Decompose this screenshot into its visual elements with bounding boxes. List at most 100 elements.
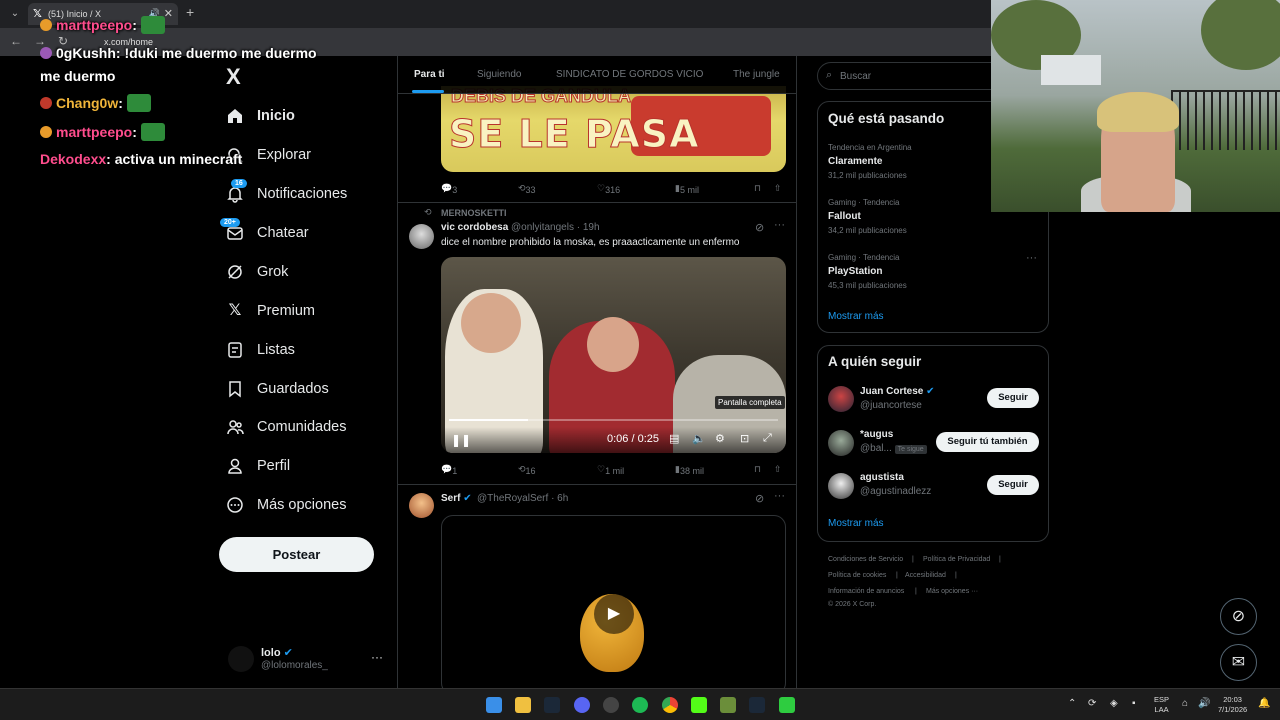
like-button[interactable]: ♡ 1 mil xyxy=(597,464,624,476)
tab-para-ti[interactable]: Para ti xyxy=(414,69,445,80)
app-icon[interactable] xyxy=(779,697,795,713)
nav-item-inicio[interactable]: Inicio xyxy=(226,103,295,129)
back-icon[interactable]: ← xyxy=(10,34,22,48)
grok-icon[interactable]: ⊘ xyxy=(755,221,764,234)
volume-icon[interactable]: 🔈 xyxy=(692,432,706,445)
grok-floating-button[interactable]: ⊘ xyxy=(1220,598,1257,635)
post-image[interactable]: DEBIS DE GANDULA SE LE PASA xyxy=(441,86,786,172)
follow-button[interactable]: Seguir xyxy=(987,475,1039,495)
captions-icon[interactable]: ▤ xyxy=(669,432,679,445)
nav-item-comunidades[interactable]: Comunidades xyxy=(226,414,346,440)
account-avatar[interactable] xyxy=(228,646,254,672)
video-player[interactable]: Pantalla completa ❚❚ 0:06 / 0:25 ▤ 🔈 ⚙ ⊡… xyxy=(441,257,786,453)
account-more-icon[interactable]: ··· xyxy=(371,650,383,664)
more-icon[interactable]: ··· xyxy=(774,490,785,502)
tray-sync-icon[interactable]: ⟳ xyxy=(1088,698,1096,709)
tray-shield-icon[interactable]: ◈ xyxy=(1110,698,1118,709)
volume-icon[interactable]: 🔊 xyxy=(1198,698,1210,709)
footer-link[interactable]: Accesibilidad xyxy=(905,572,946,579)
settings-icon[interactable]: ⚙ xyxy=(715,432,725,445)
reply-button[interactable]: 💬 1 xyxy=(441,464,457,476)
footer-more-link[interactable]: Más opciones ··· xyxy=(926,588,978,595)
discord-icon[interactable] xyxy=(574,697,590,713)
share-icon[interactable]: ⇧ xyxy=(774,183,782,194)
more-icon[interactable]: ··· xyxy=(774,219,785,231)
notification-bell-icon[interactable]: 🔔 xyxy=(1258,698,1270,709)
tab-search-dropdown[interactable]: ⌄ xyxy=(6,5,24,23)
minecraft-icon[interactable] xyxy=(720,697,736,713)
nav-item-mas-opciones[interactable]: Más opciones xyxy=(226,492,346,518)
repost-button[interactable]: ⟲ 33 xyxy=(518,183,536,195)
author-name[interactable]: vic cordobesa xyxy=(441,222,508,233)
views-button[interactable]: ▮ 38 mil xyxy=(675,464,704,476)
tray-chevron-icon[interactable]: ⌃ xyxy=(1068,698,1076,709)
follow-back-button[interactable]: Seguir tú también xyxy=(936,432,1039,452)
trend-name[interactable]: Fallout xyxy=(828,211,861,222)
trends-show-more[interactable]: Mostrar más xyxy=(828,311,884,322)
language-indicator[interactable]: ESP LAA xyxy=(1154,695,1169,715)
tab-the-jungle[interactable]: The jungle xyxy=(733,69,780,80)
nav-item-perfil[interactable]: Perfil xyxy=(226,453,290,479)
fullscreen-icon[interactable]: ⤢ xyxy=(763,432,772,445)
network-icon[interactable]: ⌂ xyxy=(1182,698,1188,709)
video-progress[interactable] xyxy=(449,419,778,421)
author-handle[interactable]: @TheRoyalSerf · 6h xyxy=(477,493,568,504)
new-tab-button[interactable]: + xyxy=(186,4,194,20)
repost-button[interactable]: ⟲ 16 xyxy=(518,464,536,476)
post-button[interactable]: Postear xyxy=(219,537,374,572)
tab-sindicato[interactable]: SINDICATO DE GORDOS VICIO xyxy=(556,69,703,80)
share-icon[interactable]: ⇧ xyxy=(774,464,782,475)
start-icon[interactable] xyxy=(486,697,502,713)
author-avatar[interactable] xyxy=(409,224,434,249)
account-name[interactable]: lolo ✔ xyxy=(261,646,293,659)
author-avatar[interactable] xyxy=(409,493,434,518)
nav-item-guardados[interactable]: Guardados xyxy=(226,376,329,402)
tray-app-icon[interactable]: ▪ xyxy=(1132,698,1136,709)
tab-siguiendo[interactable]: Siguiendo xyxy=(477,69,521,80)
follow-show-more[interactable]: Mostrar más xyxy=(828,518,884,529)
nav-item-listas[interactable]: Listas xyxy=(226,337,295,363)
like-button[interactable]: ♡ 316 xyxy=(597,183,620,195)
minimize-icon[interactable]: ⊡ xyxy=(740,432,749,445)
footer-link[interactable]: Política de cookies xyxy=(828,572,886,579)
follow-avatar[interactable] xyxy=(828,430,854,456)
reply-button[interactable]: 💬 3 xyxy=(441,183,457,195)
chrome-icon[interactable] xyxy=(662,697,678,713)
play-icon[interactable]: ▶ xyxy=(594,594,634,634)
trend-name[interactable]: Claramente xyxy=(828,156,882,167)
author-handle[interactable]: @onlyitangels · 19h xyxy=(511,222,600,233)
nav-item-premium[interactable]: 𝕏 Premium xyxy=(226,298,315,324)
nav-item-chatear[interactable]: 20+ Chatear xyxy=(220,218,309,246)
footer-link[interactable]: Política de Privacidad xyxy=(923,556,990,563)
file-explorer-icon[interactable] xyxy=(515,697,531,713)
follow-avatar[interactable] xyxy=(828,386,854,412)
close-tab-icon[interactable]: ✕ xyxy=(164,7,173,20)
follow-name[interactable]: agustista xyxy=(860,472,904,483)
pause-icon[interactable]: ❚❚ xyxy=(451,433,471,447)
follow-name[interactable]: Juan Cortese ✔ xyxy=(860,386,935,397)
footer-link[interactable]: Información de anuncios xyxy=(828,588,904,595)
follow-button[interactable]: Seguir xyxy=(987,388,1039,408)
nav-item-grok[interactable]: Grok xyxy=(226,259,288,285)
trend-more-icon[interactable]: ··· xyxy=(1026,252,1037,264)
x-logo[interactable]: X xyxy=(226,64,241,90)
footer-link[interactable]: Condiciones de Servicio xyxy=(828,556,903,563)
trend-name[interactable]: PlayStation xyxy=(828,266,882,277)
clock[interactable]: 20:03 7/1/2026 xyxy=(1218,695,1247,715)
nav-item-notificaciones[interactable]: 16 Notificaciones xyxy=(226,179,347,207)
bookmark-icon[interactable]: ⊓ xyxy=(754,183,761,194)
bookmark-icon[interactable]: ⊓ xyxy=(754,464,761,475)
reposted-by[interactable]: MERNOSKETTI xyxy=(441,208,507,218)
author-name[interactable]: Serf ✔ xyxy=(441,493,472,504)
follow-avatar[interactable] xyxy=(828,473,854,499)
video-player[interactable]: ▶ xyxy=(441,515,786,688)
messages-floating-button[interactable]: ✉ xyxy=(1220,644,1257,681)
follow-name[interactable]: *augus xyxy=(860,429,893,440)
obs-icon[interactable] xyxy=(603,697,619,713)
views-button[interactable]: ▮ 5 mil xyxy=(675,183,699,195)
steam-icon-2[interactable] xyxy=(749,697,765,713)
grok-icon[interactable]: ⊘ xyxy=(755,492,764,505)
kick-icon[interactable] xyxy=(691,697,707,713)
steam-icon[interactable] xyxy=(544,697,560,713)
spotify-icon[interactable] xyxy=(632,697,648,713)
